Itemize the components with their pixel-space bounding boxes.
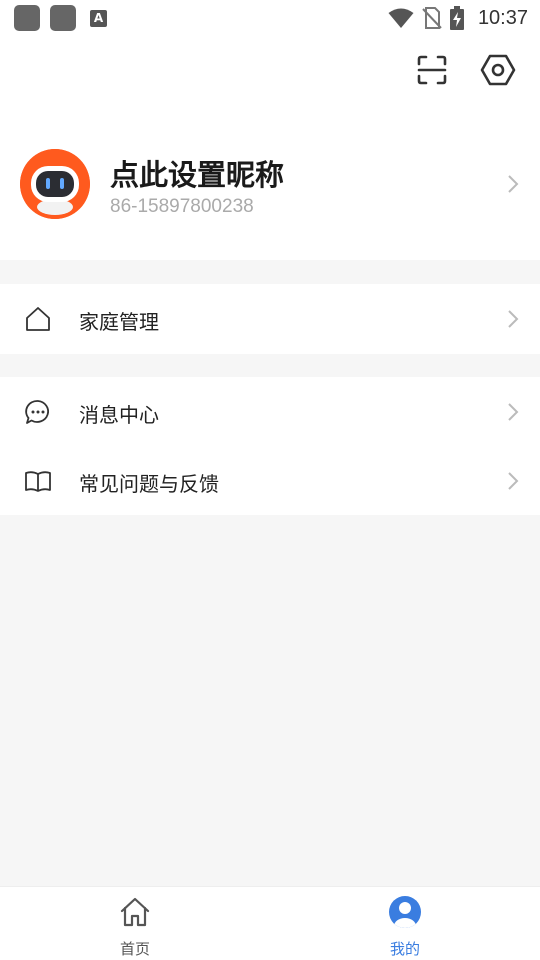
menu-item-label: 家庭管理: [79, 310, 159, 334]
nickname[interactable]: 点此设置昵称: [110, 152, 284, 194]
tab-label: 首页: [119, 940, 150, 958]
support-card: 消息中心 常见问题与反馈: [0, 377, 540, 515]
user-profile-icon: [389, 896, 421, 928]
menu-item-faq-feedback[interactable]: 常见问题与反馈: [0, 446, 540, 516]
chevron-right-icon: [508, 310, 519, 328]
scan-icon[interactable]: [414, 52, 450, 88]
profile-row[interactable]: 点此设置昵称 86-15897800238: [0, 136, 540, 246]
status-bar: A 10:37: [0, 0, 540, 36]
home-icon: [120, 897, 150, 927]
menu-item-home-management[interactable]: 家庭管理: [0, 284, 540, 354]
no-sim-icon: [422, 7, 442, 29]
avatar[interactable]: [20, 149, 90, 219]
status-time: 10:37: [477, 6, 528, 29]
tab-home[interactable]: 首页: [0, 887, 270, 960]
menu-item-label: 常见问题与反馈: [79, 472, 219, 496]
wifi-icon: [388, 8, 414, 28]
tab-mine[interactable]: 我的: [270, 887, 540, 960]
chevron-right-icon: [508, 175, 519, 193]
battery-charging-icon: [449, 6, 464, 30]
book-icon: [25, 471, 51, 492]
app-notification-icon: [14, 5, 40, 31]
robot-avatar-icon: [20, 149, 90, 219]
house-icon: [26, 307, 50, 331]
menu-item-label: 消息中心: [79, 403, 159, 427]
phone-number: 86-15897800238: [110, 196, 254, 217]
chat-bubble-icon: [25, 400, 49, 424]
chevron-right-icon: [508, 403, 519, 421]
tab-label: 我的: [389, 940, 420, 958]
profile-section: 点此设置昵称 86-15897800238: [0, 36, 540, 260]
menu-item-message-center[interactable]: 消息中心: [0, 377, 540, 447]
chevron-right-icon: [508, 472, 519, 490]
home-card: 家庭管理: [0, 284, 540, 354]
app-notification-icon: [50, 5, 76, 31]
keyboard-notification-icon: A: [90, 10, 107, 27]
settings-icon[interactable]: [480, 52, 516, 88]
bottom-tab-bar: 首页 我的: [0, 886, 540, 960]
